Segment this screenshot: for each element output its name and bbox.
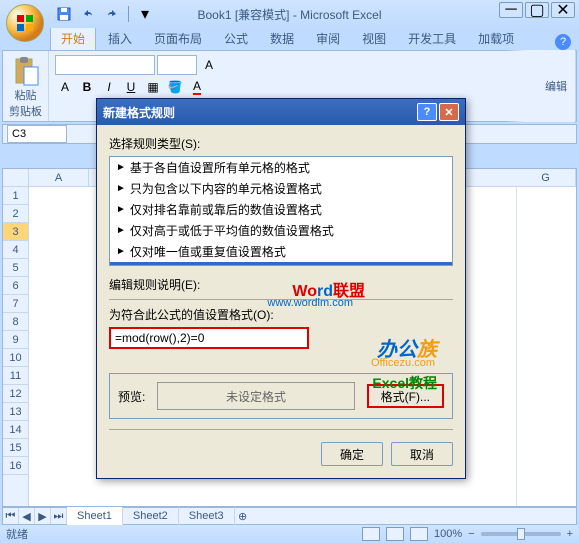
save-icon[interactable] [54,4,74,24]
edit-rule-label: 编辑规则说明(E): [109,276,453,293]
office-button[interactable] [6,4,44,42]
col-header[interactable]: G [516,169,576,186]
row-header[interactable]: 4 [3,241,28,259]
row-header[interactable]: 14 [3,421,28,439]
view-layout-icon[interactable] [386,527,404,541]
paste-button[interactable]: 粘贴 [9,55,42,103]
close-button[interactable]: ✕ [551,2,575,18]
cancel-button[interactable]: 取消 [391,442,453,466]
font-size-select[interactable] [157,55,197,75]
sheet-nav-next-icon[interactable]: ▶ [35,508,51,524]
sheet-tab[interactable]: Sheet2 [123,507,179,525]
ok-button[interactable]: 确定 [321,442,383,466]
watermark-officezu-url: Officezu.com [371,357,435,369]
restore-button[interactable]: ▢ [525,2,549,18]
font-family-select[interactable] [55,55,155,75]
row-header[interactable]: 10 [3,349,28,367]
tab-formulas[interactable]: 公式 [214,27,258,50]
minimize-button[interactable]: ─ [499,2,523,18]
rule-type-item[interactable]: ►仅对排名靠前或靠后的数值设置格式 [110,199,452,220]
edit-group-label: 编辑 [505,50,575,122]
new-sheet-icon[interactable]: ⊕ [235,508,251,524]
zoom-out-icon[interactable]: − [468,528,474,540]
row-header[interactable]: 11 [3,367,28,385]
sheet-tab[interactable]: Sheet3 [179,507,235,525]
view-pagebreak-icon[interactable] [410,527,428,541]
row-header[interactable]: 6 [3,277,28,295]
watermark-excel-tutorial: Excel教程 [372,373,437,393]
row-header[interactable]: 9 [3,331,28,349]
grow-font-icon[interactable]: A [199,55,219,75]
row-header[interactable]: 16 [3,457,28,475]
italic-icon[interactable]: I [99,77,119,97]
ribbon-tabs: 开始 插入 页面布局 公式 数据 审阅 视图 开发工具 加载项 ? [0,28,579,50]
row-header[interactable]: 7 [3,295,28,313]
zoom-in-icon[interactable]: + [567,528,573,540]
fill-color-icon[interactable]: 🪣 [165,77,185,97]
font-color-icon[interactable]: A [187,77,207,97]
tab-layout[interactable]: 页面布局 [144,27,212,50]
watermark-url: www.wordlm.com [267,297,353,309]
dialog-titlebar[interactable]: 新建格式规则 ? ✕ [97,99,465,125]
row-header[interactable]: 2 [3,205,28,223]
formula-input[interactable] [109,327,309,349]
row-header[interactable]: 13 [3,403,28,421]
select-rule-type-label: 选择规则类型(S): [109,135,453,152]
zoom-slider[interactable] [481,532,561,536]
rule-type-item[interactable]: ►只为包含以下内容的单元格设置格式 [110,178,452,199]
sheet-tab[interactable]: Sheet1 [67,507,123,525]
tab-insert[interactable]: 插入 [98,27,142,50]
qat-dropdown-icon[interactable]: ▾ [135,4,155,24]
name-box[interactable]: C3 [7,125,67,143]
view-normal-icon[interactable] [362,527,380,541]
zoom-level[interactable]: 100% [434,528,462,540]
new-format-rule-dialog: 新建格式规则 ? ✕ 选择规则类型(S): ►基于各自值设置所有单元格的格式►只… [96,98,466,479]
rule-type-item[interactable]: ►仅对高于或低于平均值的数值设置格式 [110,220,452,241]
help-icon[interactable]: ? [555,34,571,50]
col-header[interactable]: A [29,169,89,186]
rule-type-item[interactable]: ►基于各自值设置所有单元格的格式 [110,157,452,178]
redo-icon[interactable] [102,4,122,24]
rule-type-item[interactable]: ►使用公式确定要设置格式的单元格 [110,262,452,266]
status-bar: 就绪 100% − + [0,525,579,543]
status-text: 就绪 [6,526,28,542]
row-header[interactable]: 1 [3,187,28,205]
row-header[interactable]: 12 [3,385,28,403]
undo-icon[interactable] [78,4,98,24]
tab-view[interactable]: 视图 [352,27,396,50]
dialog-title: 新建格式规则 [103,104,175,121]
tab-data[interactable]: 数据 [260,27,304,50]
underline-icon[interactable]: U [121,77,141,97]
clipboard-group-label: 剪贴板 [9,103,42,119]
sheet-nav-prev-icon[interactable]: ◀ [19,508,35,524]
tab-addins[interactable]: 加载项 [468,27,524,50]
row-header[interactable]: 5 [3,259,28,277]
dialog-help-icon[interactable]: ? [417,103,437,121]
sheet-nav-first-icon[interactable]: ⏮ [3,508,19,524]
bold-icon[interactable]: B [77,77,97,97]
select-all-corner[interactable] [3,169,29,186]
tab-review[interactable]: 审阅 [306,27,350,50]
border-icon[interactable]: ▦ [143,77,163,97]
shrink-font-icon[interactable]: A [55,77,75,97]
rule-type-list[interactable]: ►基于各自值设置所有单元格的格式►只为包含以下内容的单元格设置格式►仅对排名靠前… [109,156,453,266]
sheet-tab-bar: ⏮ ◀ ▶ ⏭ Sheet1 Sheet2 Sheet3 ⊕ [2,507,577,525]
paste-label: 粘贴 [15,87,37,103]
row-header[interactable]: 15 [3,439,28,457]
quick-access-toolbar: ▾ [54,4,155,24]
dialog-close-icon[interactable]: ✕ [439,103,459,121]
tab-home[interactable]: 开始 [50,26,96,50]
row-header[interactable]: 8 [3,313,28,331]
rule-type-item[interactable]: ►仅对唯一值或重复值设置格式 [110,241,452,262]
row-header[interactable]: 3 [3,223,28,241]
tab-developer[interactable]: 开发工具 [398,27,466,50]
window-titlebar: ▾ Book1 [兼容模式] - Microsoft Excel ─ ▢ ✕ [0,0,579,28]
preview-label: 预览: [118,388,145,405]
sheet-nav-last-icon[interactable]: ⏭ [51,508,67,524]
preview-box: 未设定格式 [157,382,354,410]
